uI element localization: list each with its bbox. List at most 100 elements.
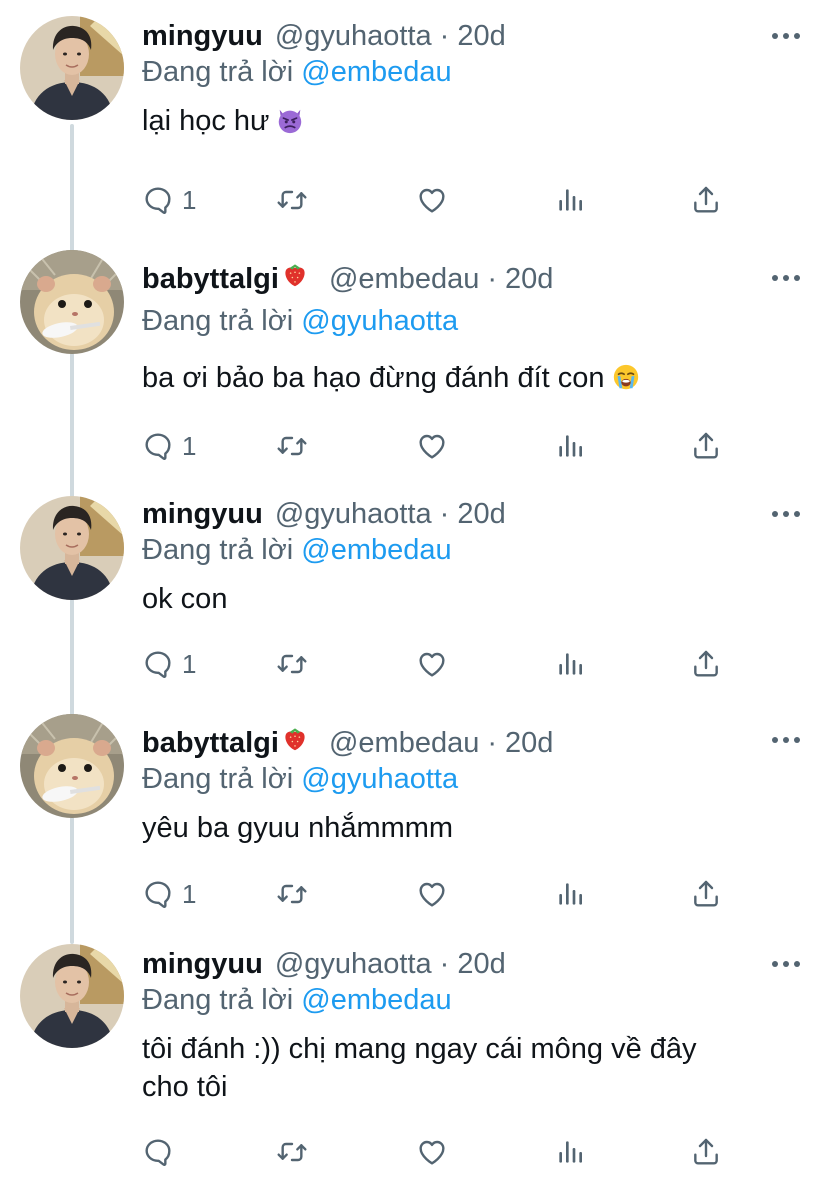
avatar[interactable] — [20, 714, 124, 818]
mention-link[interactable]: @embedau — [301, 56, 451, 88]
retweet-icon — [276, 430, 308, 462]
share-icon — [690, 1136, 722, 1168]
reply-count: 1 — [182, 430, 197, 461]
tweet-text: lại học hư — [142, 102, 788, 145]
tweet-text: yêu ba gyuu nhắmmmm — [142, 809, 788, 847]
reply-icon — [142, 648, 174, 680]
user-handle[interactable]: @embedau — [329, 725, 479, 761]
timestamp[interactable]: 20d — [505, 725, 553, 761]
avatar[interactable] — [20, 496, 124, 600]
tweet-text: tôi đánh :)) chị mang ngay cái mông về đ… — [142, 1030, 788, 1106]
loudly-crying-face-emoji — [611, 362, 641, 402]
replying-to-label: Đang trả lời — [142, 305, 294, 337]
share-icon — [690, 878, 722, 910]
avatar[interactable] — [20, 250, 124, 354]
reply-icon — [142, 878, 174, 910]
replying-to: Đang trả lời @embedau — [142, 982, 788, 1018]
reply-button[interactable]: 1 — [142, 180, 196, 220]
tweet-header: babyttalgi @embedau · 20d — [142, 260, 788, 297]
timestamp[interactable]: 20d — [457, 18, 505, 54]
share-button[interactable] — [690, 644, 722, 684]
user-handle[interactable]: @gyuhaotta — [275, 18, 432, 54]
share-button[interactable] — [690, 180, 722, 220]
replying-to-label: Đang trả lời — [142, 763, 294, 795]
separator-dot: · — [487, 263, 498, 295]
replying-to-label: Đang trả lời — [142, 56, 294, 88]
user-handle[interactable]: @embedau — [329, 261, 479, 297]
tweet[interactable]: babyttalgi @embedau · 20d Đang trả lời @… — [0, 244, 828, 482]
display-name[interactable]: babyttalgi — [142, 261, 279, 297]
replying-to: Đang trả lời @embedau — [142, 532, 788, 568]
tweet-actions: 1 — [142, 180, 742, 220]
like-button[interactable] — [416, 1132, 448, 1172]
like-button[interactable] — [416, 874, 448, 914]
heart-icon — [416, 184, 448, 216]
views-button[interactable] — [554, 1132, 586, 1172]
display-name[interactable]: mingyuu — [142, 18, 263, 54]
tweet-actions: 1 — [142, 426, 742, 466]
heart-icon — [416, 1136, 448, 1168]
timestamp[interactable]: 20d — [457, 496, 505, 532]
share-button[interactable] — [690, 874, 722, 914]
separator-dot: · — [439, 20, 450, 52]
user-handle[interactable]: @gyuhaotta — [275, 946, 432, 982]
separator-dot: · — [439, 498, 450, 530]
tweet-actions: 1 — [142, 874, 742, 914]
bar-chart-icon — [554, 648, 586, 680]
tweet-text-content: ba ơi bảo ba hạo đừng đánh đít con — [142, 362, 605, 394]
retweet-icon — [276, 1136, 308, 1168]
views-button[interactable] — [554, 426, 586, 466]
reply-button[interactable]: 1 — [142, 874, 196, 914]
retweet-button[interactable] — [276, 644, 308, 684]
views-button[interactable] — [554, 874, 586, 914]
tweet[interactable]: babyttalgi @embedau · 20d Đang trả lời @… — [0, 702, 828, 930]
retweet-button[interactable] — [276, 180, 308, 220]
display-name[interactable]: babyttalgi — [142, 725, 279, 761]
reply-button[interactable] — [142, 1132, 182, 1172]
separator-dot: · — [487, 727, 498, 759]
tweet-text-line: tôi đánh :)) chị mang ngay cái mông về đ… — [142, 1033, 697, 1065]
tweet-header: mingyuu @gyuhaotta · 20d — [142, 946, 788, 982]
separator-dot: · — [439, 948, 450, 980]
share-button[interactable] — [690, 1132, 722, 1172]
tweet[interactable]: mingyuu @gyuhaotta · 20d Đang trả lời @e… — [0, 482, 828, 702]
reply-count: 1 — [182, 184, 197, 215]
mention-link[interactable]: @gyuhaotta — [301, 763, 458, 795]
like-button[interactable] — [416, 644, 448, 684]
views-button[interactable] — [554, 180, 586, 220]
retweet-button[interactable] — [276, 1132, 308, 1172]
tweet-text-line: cho tôi — [142, 1071, 228, 1103]
display-name[interactable]: mingyuu — [142, 946, 263, 982]
tweet-header: mingyuu @gyuhaotta · 20d — [142, 496, 788, 532]
mention-link[interactable]: @embedau — [301, 534, 451, 566]
avatar[interactable] — [20, 16, 124, 120]
like-button[interactable] — [416, 180, 448, 220]
heart-icon — [416, 430, 448, 462]
retweet-icon — [276, 184, 308, 216]
tweet-text: ba ơi bảo ba hạo đừng đánh đít con — [142, 359, 788, 402]
retweet-button[interactable] — [276, 874, 308, 914]
reply-button[interactable]: 1 — [142, 426, 196, 466]
retweet-button[interactable] — [276, 426, 308, 466]
mention-link[interactable]: @embedau — [301, 984, 451, 1016]
views-button[interactable] — [554, 644, 586, 684]
tweet-actions — [142, 1132, 742, 1172]
strawberry-emoji — [281, 724, 309, 761]
tweet-header: mingyuu @gyuhaotta · 20d — [142, 18, 788, 54]
tweet[interactable]: mingyuu @gyuhaotta · 20d Đang trả lời @e… — [0, 930, 828, 1184]
user-handle[interactable]: @gyuhaotta — [275, 496, 432, 532]
mention-link[interactable]: @gyuhaotta — [301, 305, 458, 337]
timestamp[interactable]: 20d — [505, 261, 553, 297]
display-name[interactable]: mingyuu — [142, 496, 263, 532]
replying-to: Đang trả lời @gyuhaotta — [142, 303, 788, 339]
reply-button[interactable]: 1 — [142, 644, 196, 684]
avatar[interactable] — [20, 944, 124, 1048]
timestamp[interactable]: 20d — [457, 946, 505, 982]
heart-icon — [416, 648, 448, 680]
tweet[interactable]: mingyuu @gyuhaotta · 20d Đang trả lời @e… — [0, 0, 828, 242]
reply-count: 1 — [182, 878, 197, 909]
reply-icon — [142, 1136, 174, 1168]
tweet-text-content: lại học hư — [142, 105, 270, 137]
share-button[interactable] — [690, 426, 722, 466]
like-button[interactable] — [416, 426, 448, 466]
